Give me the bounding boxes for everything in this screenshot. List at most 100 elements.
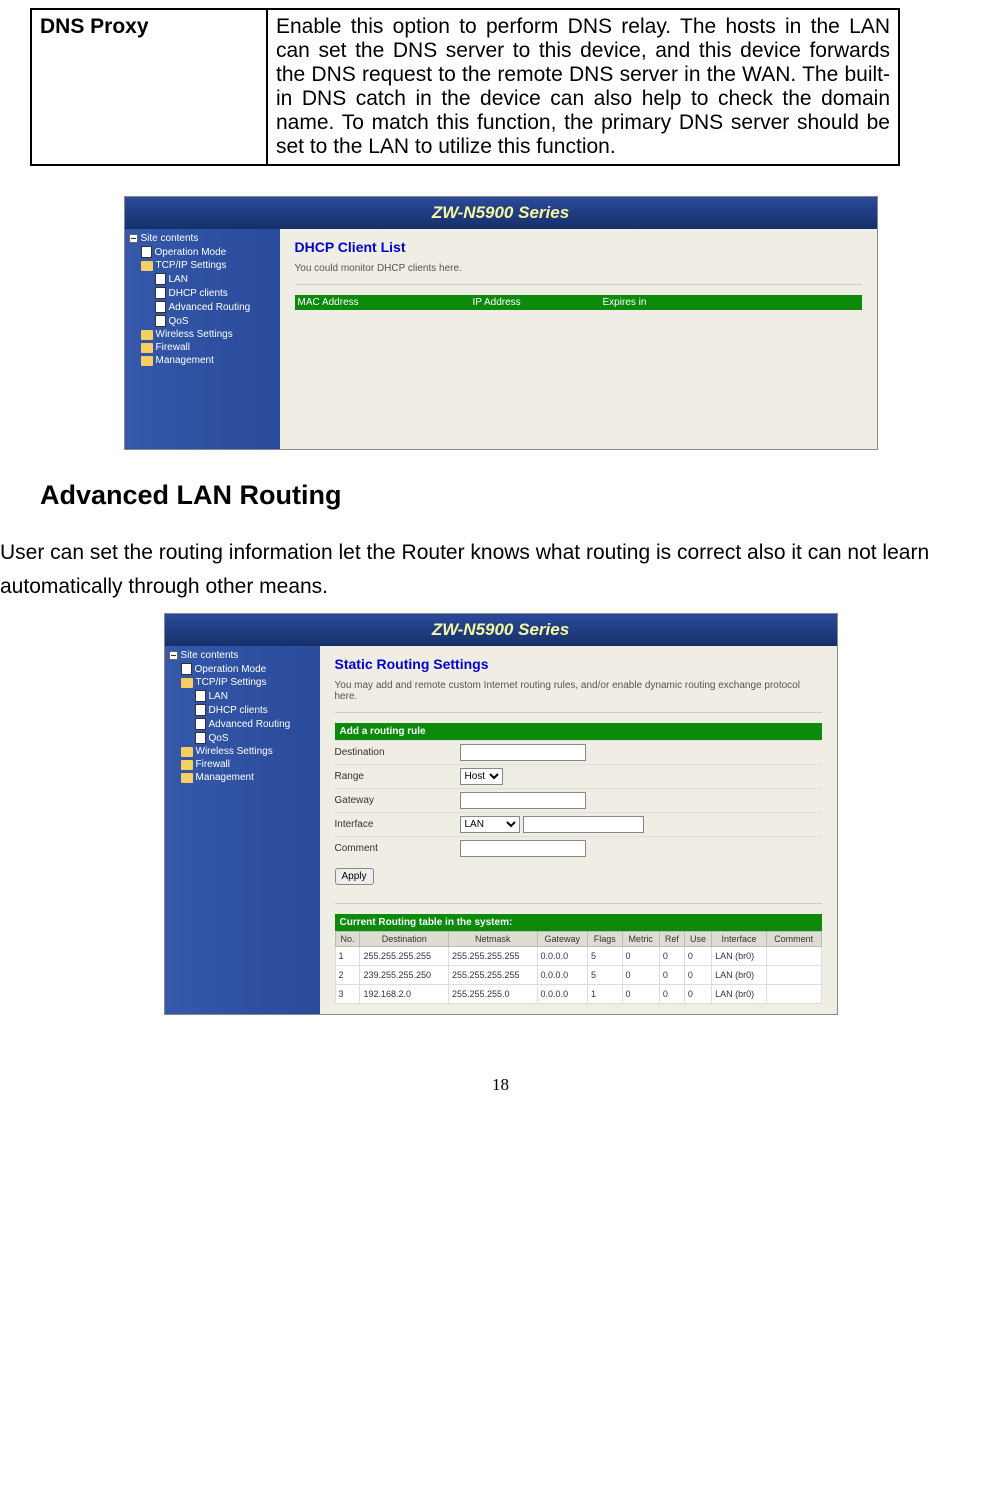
dns-proxy-label: DNS Proxy — [31, 9, 267, 165]
sidebar-item-operation-mode[interactable]: Operation Mode — [165, 662, 320, 676]
sidebar-item-dhcp[interactable]: DHCP clients — [165, 703, 320, 717]
gateway-input[interactable] — [460, 792, 586, 809]
column-expires: Expires in — [603, 297, 859, 308]
column-mac: MAC Address — [298, 297, 473, 308]
cell-destination: 239.255.255.250 — [360, 966, 449, 985]
dhcp-table-header: MAC Address IP Address Expires in — [295, 295, 862, 310]
document-icon — [181, 663, 192, 675]
cell-gateway: 0.0.0.0 — [537, 947, 588, 966]
page-title: DHCP Client List — [295, 239, 862, 255]
routing-table: No. Destination Netmask Gateway Flags Me… — [335, 931, 822, 1004]
th-gateway: Gateway — [537, 932, 588, 947]
interface-select[interactable]: LAN — [460, 816, 520, 833]
cell-use: 0 — [684, 947, 711, 966]
page-subtitle: You could monitor DHCP clients here. — [295, 263, 862, 274]
section-heading: Advanced LAN Routing — [40, 480, 1001, 511]
cell-comment — [766, 966, 821, 985]
column-ip: IP Address — [473, 297, 603, 308]
cell-gateway: 0.0.0.0 — [537, 985, 588, 1004]
cell-metric: 0 — [622, 966, 659, 985]
document-icon — [195, 704, 206, 716]
comment-input[interactable] — [460, 840, 586, 857]
label-range: Range — [335, 771, 460, 782]
table-row: 3192.168.2.0255.255.255.00.0.0.01000LAN … — [335, 985, 821, 1004]
cell-use: 0 — [684, 985, 711, 1004]
cell-destination: 255.255.255.255 — [360, 947, 449, 966]
cell-interface: LAN (br0) — [712, 966, 767, 985]
page-subtitle: You may add and remote custom Internet r… — [335, 680, 822, 702]
th-flags: Flags — [588, 932, 622, 947]
sidebar-item-lan[interactable]: LAN — [125, 272, 280, 286]
table-header-row: No. Destination Netmask Gateway Flags Me… — [335, 932, 821, 947]
document-icon — [195, 718, 206, 730]
label-comment: Comment — [335, 843, 460, 854]
cell-flags: 5 — [588, 947, 622, 966]
folder-icon — [141, 330, 153, 340]
apply-button[interactable]: Apply — [335, 868, 374, 885]
sidebar-item-advanced-routing[interactable]: Advanced Routing — [165, 717, 320, 731]
minus-icon — [129, 234, 138, 243]
document-icon — [155, 273, 166, 285]
minus-icon — [169, 651, 178, 660]
label-interface: Interface — [335, 819, 460, 830]
sidebar-item-advanced-routing[interactable]: Advanced Routing — [125, 300, 280, 314]
cell-interface: LAN (br0) — [712, 947, 767, 966]
sidebar-item-firewall[interactable]: Firewall — [125, 341, 280, 354]
dns-proxy-table: DNS Proxy Enable this option to perform … — [30, 8, 900, 166]
document-icon — [155, 301, 166, 313]
cell-gateway: 0.0.0.0 — [537, 966, 588, 985]
sidebar-item-tcpip[interactable]: TCP/IP Settings — [125, 259, 280, 272]
sidebar-item-wireless[interactable]: Wireless Settings — [125, 328, 280, 341]
document-icon — [195, 732, 206, 744]
screenshot-static-routing: ZW-N5900 Series Site contents Operation … — [164, 613, 838, 1015]
sidebar-item-management[interactable]: Management — [165, 771, 320, 784]
sidebar-item-lan[interactable]: LAN — [165, 689, 320, 703]
th-ref: Ref — [659, 932, 684, 947]
destination-input[interactable] — [460, 744, 586, 761]
sidebar-title: Site contents — [125, 232, 280, 245]
cell-no: 1 — [335, 947, 360, 966]
range-select[interactable]: Host — [460, 768, 503, 785]
page-number: 18 — [0, 1075, 1001, 1095]
folder-icon — [141, 356, 153, 366]
window-header: ZW-N5900 Series — [125, 197, 877, 229]
label-gateway: Gateway — [335, 795, 460, 806]
folder-icon — [141, 261, 153, 271]
th-destination: Destination — [360, 932, 449, 947]
sidebar-item-wireless[interactable]: Wireless Settings — [165, 745, 320, 758]
sidebar-item-qos[interactable]: QoS — [125, 314, 280, 328]
cell-ref: 0 — [659, 947, 684, 966]
folder-icon — [181, 678, 193, 688]
sidebar-item-dhcp[interactable]: DHCP clients — [125, 286, 280, 300]
sidebar-item-operation-mode[interactable]: Operation Mode — [125, 245, 280, 259]
folder-icon — [181, 747, 193, 757]
document-icon — [195, 690, 206, 702]
window-header: ZW-N5900 Series — [165, 614, 837, 646]
interface-extra-input[interactable] — [523, 816, 644, 833]
label-destination: Destination — [335, 747, 460, 758]
th-use: Use — [684, 932, 711, 947]
form-row-comment: Comment — [335, 836, 822, 860]
add-routing-rule-banner: Add a routing rule — [335, 723, 822, 740]
series-title: ZW-N5900 Series — [432, 620, 569, 639]
sidebar-item-tcpip[interactable]: TCP/IP Settings — [165, 676, 320, 689]
document-icon — [141, 246, 152, 258]
th-netmask: Netmask — [449, 932, 538, 947]
cell-comment — [766, 947, 821, 966]
folder-icon — [181, 760, 193, 770]
sidebar-item-management[interactable]: Management — [125, 354, 280, 367]
cell-ref: 0 — [659, 985, 684, 1004]
document-icon — [155, 287, 166, 299]
sidebar-nav: Site contents Operation Mode TCP/IP Sett… — [125, 229, 280, 449]
sidebar-item-firewall[interactable]: Firewall — [165, 758, 320, 771]
cell-metric: 0 — [622, 985, 659, 1004]
cell-netmask: 255.255.255.255 — [449, 966, 538, 985]
divider — [335, 903, 822, 904]
th-interface: Interface — [712, 932, 767, 947]
current-routing-banner: Current Routing table in the system: — [335, 914, 822, 931]
form-row-interface: Interface LAN — [335, 812, 822, 836]
sidebar-item-qos[interactable]: QoS — [165, 731, 320, 745]
sidebar-nav: Site contents Operation Mode TCP/IP Sett… — [165, 646, 320, 1014]
screenshot-dhcp-client-list: ZW-N5900 Series Site contents Operation … — [124, 196, 878, 450]
cell-use: 0 — [684, 966, 711, 985]
